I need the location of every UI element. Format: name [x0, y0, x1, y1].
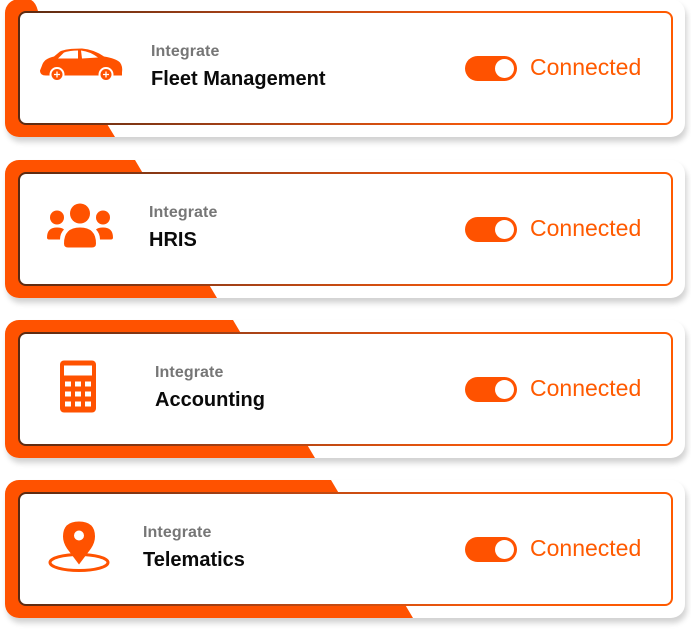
- card-eyebrow: Integrate: [151, 43, 220, 60]
- connection-toggle[interactable]: [465, 537, 517, 562]
- connection-status: Connected: [530, 54, 642, 80]
- toggle-knob: [495, 540, 514, 559]
- card-title: Fleet Management: [151, 68, 326, 90]
- integration-card-fleet-management: Integrate Fleet Management Connected: [5, 0, 685, 137]
- card-eyebrow: Integrate: [149, 204, 218, 221]
- car-icon: [38, 48, 124, 88]
- connection-toggle[interactable]: [465, 217, 517, 242]
- connection-toggle[interactable]: [465, 56, 517, 81]
- integration-panel: Integrate Fleet Management Connected: [18, 11, 673, 125]
- integration-card-hris: Integrate HRIS Connected: [5, 160, 685, 298]
- connection-status: Connected: [530, 535, 642, 561]
- connection-status: Connected: [530, 375, 642, 401]
- card-title: HRIS: [149, 229, 197, 251]
- location-pin-icon: [48, 521, 110, 578]
- card-title: Telematics: [143, 549, 245, 571]
- users-group-icon: [47, 203, 113, 255]
- connection-toggle[interactable]: [465, 377, 517, 402]
- integration-card-telematics: Integrate Telematics Connected: [5, 480, 685, 618]
- calculator-icon: [60, 360, 96, 418]
- integration-panel: Integrate Accounting Connected: [18, 332, 673, 446]
- toggle-knob: [495, 380, 514, 399]
- integration-panel: Integrate HRIS Connected: [18, 172, 673, 286]
- card-eyebrow: Integrate: [155, 364, 224, 381]
- toggle-knob: [495, 59, 514, 78]
- card-eyebrow: Integrate: [143, 524, 212, 541]
- card-title: Accounting: [155, 389, 265, 411]
- integration-panel: Integrate Telematics Connected: [18, 492, 673, 606]
- connection-status: Connected: [530, 215, 642, 241]
- toggle-knob: [495, 220, 514, 239]
- integration-card-accounting: Integrate Accounting Connected: [5, 320, 685, 458]
